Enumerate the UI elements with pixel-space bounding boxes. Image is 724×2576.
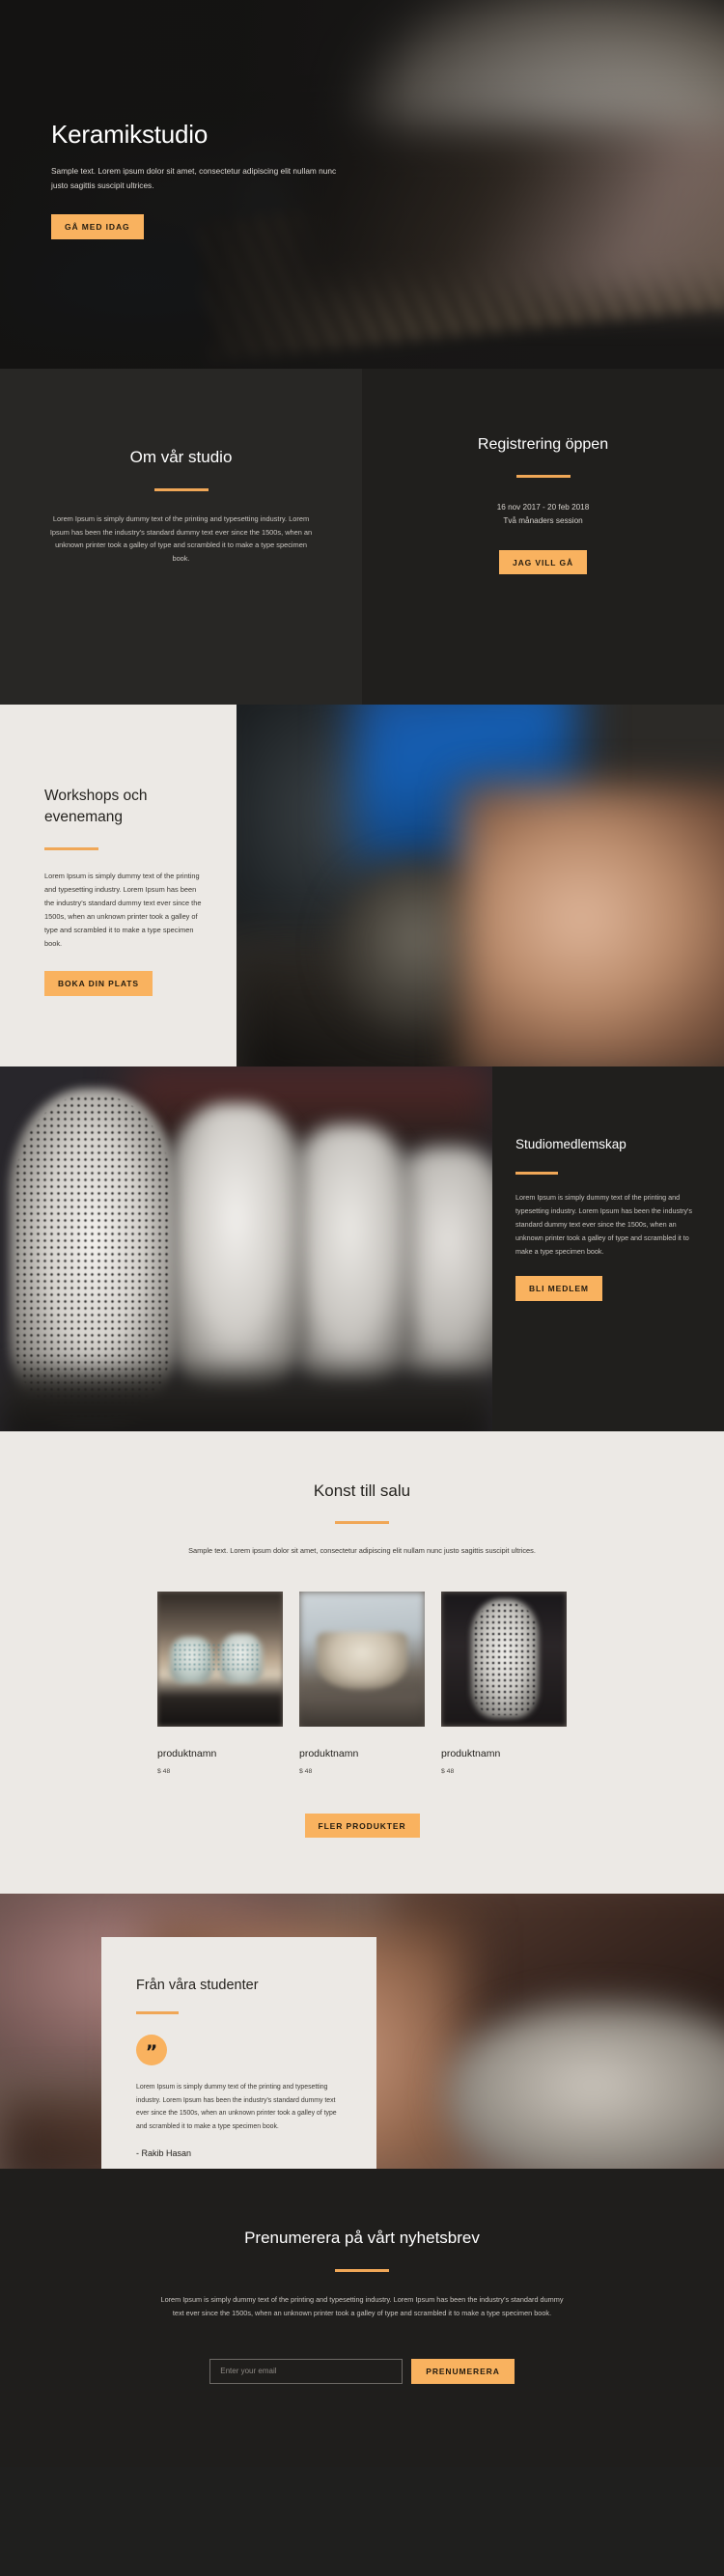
workshops-divider	[44, 847, 98, 850]
workshops-section: Workshops och evenemang Lorem Ipsum is s…	[0, 705, 724, 1066]
product-image	[299, 1591, 425, 1727]
product-name: produktnamn	[441, 1747, 501, 1759]
hero-title: Keramikstudio	[51, 120, 209, 149]
workshops-cta-wrap: BOKA DIN PLATS	[44, 971, 237, 996]
product-price: $ 48	[441, 1767, 455, 1775]
product-card[interactable]: produktnamn $ 48	[441, 1591, 567, 1775]
hero-section: Keramikstudio Sample text. Lorem ipsum d…	[0, 0, 724, 369]
newsletter-divider	[335, 2269, 389, 2273]
product-price: $ 48	[299, 1767, 313, 1775]
testimonial-title: Från våra studenter	[136, 1978, 259, 1994]
product-name: produktnamn	[157, 1747, 217, 1759]
about-body: Lorem Ipsum is simply dummy text of the …	[49, 514, 313, 564]
products-grid: produktnamn $ 48 produktnamn $ 48 produk…	[0, 1591, 724, 1775]
registration-panel: Registrering öppen 16 nov 2017 - 20 feb …	[362, 369, 724, 705]
product-price: $ 48	[157, 1767, 171, 1775]
membership-body: Lorem Ipsum is simply dummy text of the …	[515, 1192, 693, 1257]
hero-cta-wrap: GÅ MED IDAG	[51, 214, 437, 239]
product-card[interactable]: produktnamn $ 48	[157, 1591, 283, 1775]
registration-title: Registrering öppen	[477, 436, 609, 453]
testimonial-body: Lorem Ipsum is simply dummy text of the …	[136, 2084, 337, 2130]
product-image	[441, 1591, 567, 1727]
products-subtitle: Sample text. Lorem ipsum dolor sit amet,…	[188, 1546, 536, 1555]
products-title: Konst till salu	[313, 1482, 411, 1500]
registration-details: 16 nov 2017 - 20 feb 2018 Två månaders s…	[389, 501, 697, 529]
landing-page: Keramikstudio Sample text. Lorem ipsum d…	[0, 0, 724, 2467]
product-name: produktnamn	[299, 1747, 359, 1759]
workshops-image	[237, 705, 724, 1066]
membership-cta-button[interactable]: BLI MEDLEM	[515, 1276, 602, 1301]
workshops-title: Workshops och evenemang	[44, 788, 148, 825]
hero-cta-button[interactable]: GÅ MED IDAG	[51, 214, 144, 239]
product-image	[157, 1591, 283, 1727]
newsletter-title: Prenumerera på vårt nyhetsbrev	[244, 2229, 480, 2248]
hero-content: Keramikstudio Sample text. Lorem ipsum d…	[51, 120, 437, 239]
workshops-content: Workshops och evenemang Lorem Ipsum is s…	[0, 705, 237, 1066]
quote-mark-icon: ”	[136, 2035, 167, 2066]
registration-divider	[515, 475, 571, 478]
products-divider	[335, 1521, 389, 1524]
membership-content: Studiomedlemskap Lorem Ipsum is simply d…	[492, 1066, 724, 1431]
membership-image	[0, 1066, 492, 1431]
registration-cta-wrap: JAG VILL GÅ	[389, 549, 697, 575]
hero-subtitle: Sample text. Lorem ipsum dolor sit amet,…	[51, 166, 337, 190]
newsletter-form: PRENUMERERA	[0, 2358, 724, 2384]
about-divider	[153, 488, 209, 491]
membership-cta-wrap: BLI MEDLEM	[515, 1276, 703, 1301]
registration-cta-button[interactable]: JAG VILL GÅ	[498, 549, 588, 575]
registration-session: Två månaders session	[503, 516, 583, 526]
products-more-wrap: FLER PRODUKTER	[0, 1813, 724, 1839]
product-card[interactable]: produktnamn $ 48	[299, 1591, 425, 1775]
email-input[interactable]	[209, 2358, 404, 2384]
membership-divider	[515, 1171, 558, 1175]
testimonial-divider	[136, 2011, 179, 2015]
products-section: Konst till salu Sample text. Lorem ipsum…	[0, 1431, 724, 1895]
testimonial-card: Från våra studenter ” Lorem Ipsum is sim…	[101, 1937, 376, 2170]
about-title: Om vår studio	[129, 448, 233, 466]
testimonial-author: - Rakib Hasan	[136, 2148, 192, 2158]
workshops-cta-button[interactable]: BOKA DIN PLATS	[44, 971, 153, 996]
testimonial-section: Från våra studenter ” Lorem Ipsum is sim…	[0, 1894, 724, 2170]
membership-section: Studiomedlemskap Lorem Ipsum is simply d…	[0, 1066, 724, 1431]
about-registration-section: Om vår studio Lorem Ipsum is simply dumm…	[0, 369, 724, 705]
subscribe-button[interactable]: PRENUMERERA	[411, 2358, 515, 2384]
workshops-body: Lorem Ipsum is simply dummy text of the …	[44, 872, 202, 949]
registration-dates: 16 nov 2017 - 20 feb 2018	[496, 503, 590, 512]
about-panel: Om vår studio Lorem Ipsum is simply dumm…	[0, 369, 362, 705]
more-products-button[interactable]: FLER PRODUKTER	[304, 1813, 420, 1839]
newsletter-body: Lorem Ipsum is simply dummy text of the …	[160, 2295, 564, 2318]
newsletter-section: Prenumerera på vårt nyhetsbrev Lorem Ips…	[0, 2169, 724, 2467]
membership-title: Studiomedlemskap	[515, 1137, 627, 1151]
